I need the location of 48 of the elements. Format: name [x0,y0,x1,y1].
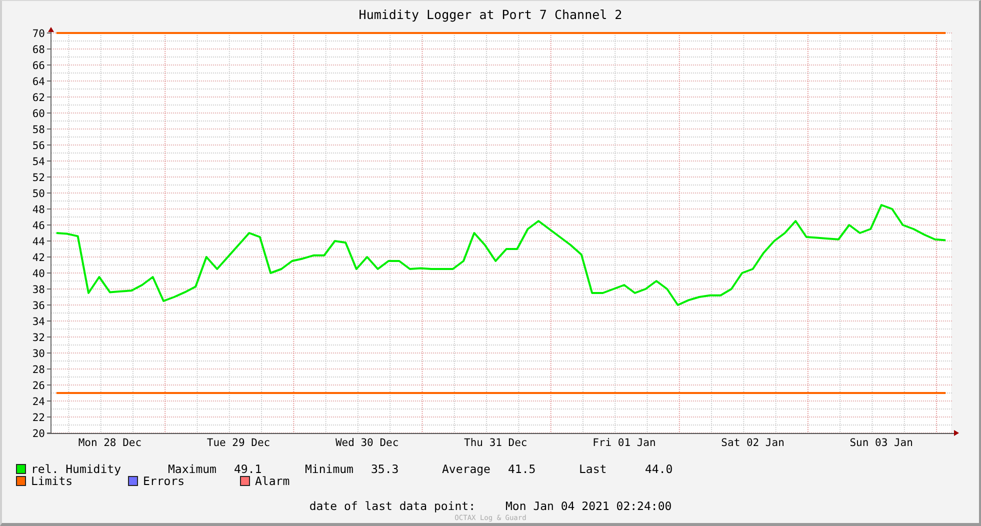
y-tick-label: 36 [32,300,45,312]
y-tick-label: 50 [32,188,45,200]
y-tick-label: 44 [32,236,45,248]
y-tick-label: 46 [32,220,45,232]
stat-value: 44.0 [645,463,673,475]
x-tick-label: Fri 01 Jan [592,437,656,449]
y-tick-label: 64 [32,76,45,88]
stat-value: 49.1 [234,463,262,475]
y-tick-label: 62 [32,92,45,104]
y-tick-label: 54 [32,156,45,168]
y-tick-label: 70 [32,28,45,40]
legend-label: Errors [143,475,185,487]
y-tick-label: 20 [32,428,45,440]
y-tick-label: 28 [32,364,45,376]
x-tick-label: Sun 03 Jan [850,437,913,449]
stat-label: Average [442,463,492,475]
y-tick-label: 48 [32,204,45,216]
y-tick-label: 34 [32,316,45,328]
x-tick-label: Sat 02 Jan [721,437,784,449]
y-tick-label: 40 [32,268,45,280]
y-tick-label: 38 [32,284,45,296]
stat-value: 41.5 [508,463,536,475]
legend-label: Limits [31,475,73,487]
x-tick-label: Mon 28 Dec [78,437,142,449]
stat-value: 35.3 [371,463,399,475]
y-tick-label: 32 [32,332,45,344]
y-tick-label: 52 [32,172,45,184]
y-tick-label: 68 [32,44,45,56]
stat-label: Maximum [168,463,218,475]
y-tick-label: 58 [32,124,45,136]
chart-title: Humidity Logger at Port 7 Channel 2 [358,6,622,22]
y-tick-label: 60 [32,108,45,120]
last-data-date: Mon Jan 04 2021 02:24:00 [506,499,672,513]
footer-label: date of last data point: [309,499,476,513]
y-tick-label: 22 [32,412,45,424]
legend-label: rel. Humidity [31,463,122,475]
y-tick-label: 30 [32,348,45,360]
y-tick-label: 42 [32,252,45,264]
y-tick-label: 26 [32,380,45,392]
stat-label: Last [579,463,608,475]
y-tick-label: 56 [32,140,45,152]
x-tick-label: Wed 30 Dec [335,437,399,449]
stat-label: Minimum [305,463,354,475]
y-tick-label: 24 [32,396,45,408]
x-tick-label: Thu 31 Dec [464,437,528,449]
y-tick-label: 66 [32,60,45,72]
x-tick-label: Tue 29 Dec [206,437,270,449]
legend-label: Alarm [255,475,290,487]
